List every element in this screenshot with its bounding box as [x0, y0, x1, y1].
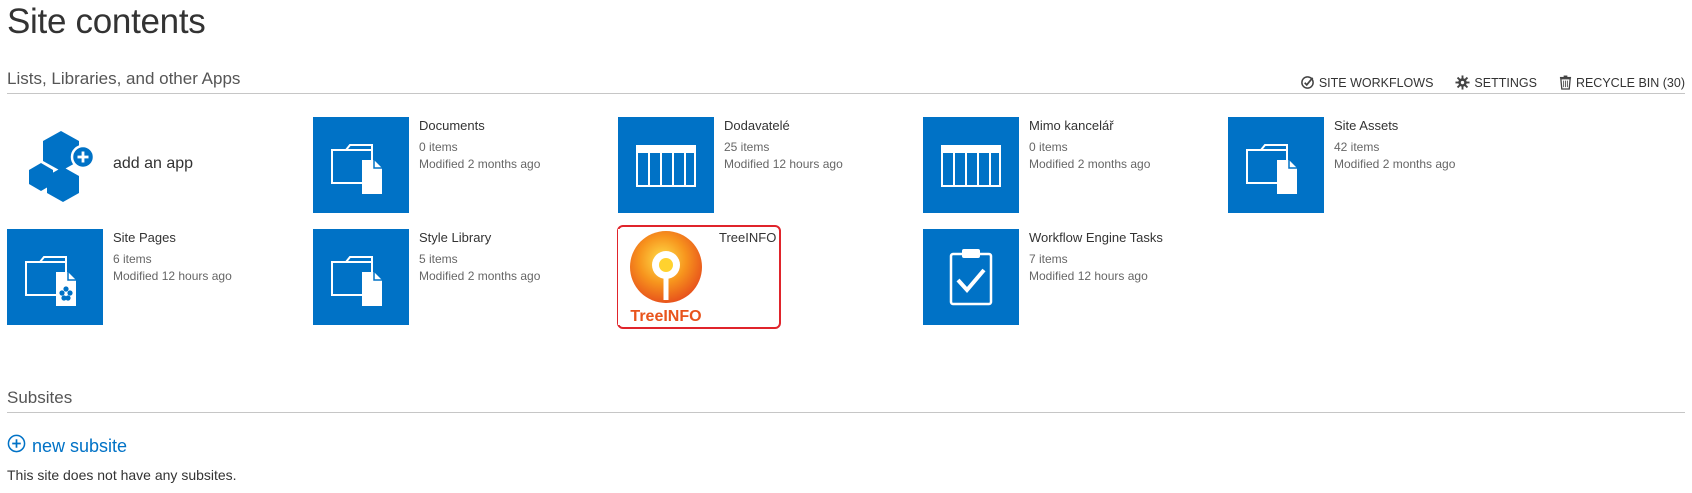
- recycle-bin-link[interactable]: RECYCLE BIN (30): [1559, 75, 1685, 90]
- document-library-icon[interactable]: [313, 229, 409, 325]
- tile-site-assets: Site Assets 42 items Modified 2 months a…: [1228, 117, 1528, 217]
- apps-section-header: Lists, Libraries, and other Apps SITE WO…: [7, 69, 1685, 94]
- site-workflows-label: SITE WORKFLOWS: [1318, 75, 1434, 90]
- tile-treeinfo: TreeINFO TreeINFO: [618, 229, 918, 329]
- tile-item-count: 5 items: [419, 252, 458, 266]
- new-subsite-link[interactable]: new subsite: [7, 434, 127, 458]
- add-circle-icon: [7, 434, 26, 458]
- settings-link[interactable]: SETTINGS: [1455, 75, 1537, 90]
- tile-item-count: 25 items: [724, 140, 770, 154]
- tile-name[interactable]: Site Pages: [113, 230, 303, 245]
- tile-documents: Documents 0 items Modified 2 months ago: [313, 117, 613, 217]
- tile-name[interactable]: Style Library: [419, 230, 609, 245]
- tile-item-count: 0 items: [419, 140, 458, 154]
- tile-item-count: 6 items: [113, 252, 152, 266]
- site-workflows-link[interactable]: SITE WORKFLOWS: [1300, 75, 1434, 90]
- trash-icon: [1559, 75, 1572, 90]
- tile-item-count: 7 items: [1029, 252, 1068, 266]
- document-library-icon[interactable]: [1228, 117, 1324, 213]
- add-an-app-tile[interactable]: add an app: [7, 117, 287, 213]
- tile-modified: Modified 2 months ago: [1029, 157, 1151, 171]
- new-subsite-label: new subsite: [32, 435, 128, 456]
- tile-name[interactable]: TreeINFO: [719, 230, 909, 245]
- apps-section-title: Lists, Libraries, and other Apps: [7, 69, 241, 88]
- tile-name[interactable]: Workflow Engine Tasks: [1029, 230, 1219, 245]
- workflow-check-icon: [1300, 75, 1315, 90]
- tile-item-count: 42 items: [1334, 140, 1380, 154]
- no-subsites-message: This site does not have any subsites.: [7, 467, 237, 483]
- tile-modified: Modified 12 hours ago: [724, 157, 843, 171]
- tile-modified: Modified 12 hours ago: [113, 269, 232, 283]
- tile-dodavatele: Dodavatelé 25 items Modified 12 hours ag…: [618, 117, 918, 217]
- subsites-section-header: Subsites: [7, 388, 1685, 413]
- tile-modified: Modified 2 months ago: [419, 269, 541, 283]
- tile-modified: Modified 2 months ago: [1334, 157, 1456, 171]
- section-actions: SITE WORKFLOWS SETTINGS RECYCLE BIN (30): [1300, 75, 1685, 90]
- tile-mimo-kancelar: Mimo kancelář 0 items Modified 2 months …: [923, 117, 1223, 217]
- tile-item-count: 0 items: [1029, 140, 1068, 154]
- recycle-bin-label: RECYCLE BIN (30): [1575, 75, 1685, 90]
- tile-name[interactable]: Dodavatelé: [724, 118, 914, 133]
- gear-icon: [1455, 75, 1470, 90]
- tile-style-library: Style Library 5 items Modified 2 months …: [313, 229, 613, 329]
- site-pages-icon[interactable]: [7, 229, 103, 325]
- tile-modified: Modified 12 hours ago: [1029, 269, 1148, 283]
- tile-name[interactable]: Mimo kancelář: [1029, 118, 1219, 133]
- treeinfo-logo-icon[interactable]: TreeINFO: [618, 229, 714, 325]
- tile-workflow-engine-tasks: Workflow Engine Tasks 7 items Modified 1…: [923, 229, 1223, 329]
- add-an-app-label: add an app: [113, 155, 194, 172]
- tasks-icon[interactable]: [923, 229, 1019, 325]
- add-app-icon: [23, 127, 99, 208]
- tile-name[interactable]: Site Assets: [1334, 118, 1524, 133]
- tile-site-pages: Site Pages 6 items Modified 12 hours ago: [7, 229, 307, 329]
- page-title: Site contents: [7, 2, 206, 41]
- list-icon[interactable]: [923, 117, 1019, 213]
- tile-modified: Modified 2 months ago: [419, 157, 541, 171]
- document-library-icon[interactable]: [313, 117, 409, 213]
- list-icon[interactable]: [618, 117, 714, 213]
- tile-name[interactable]: Documents: [419, 118, 609, 133]
- settings-label: SETTINGS: [1474, 75, 1537, 90]
- treeinfo-logo-text: TreeINFO: [630, 308, 701, 325]
- subsites-section-title: Subsites: [7, 388, 73, 407]
